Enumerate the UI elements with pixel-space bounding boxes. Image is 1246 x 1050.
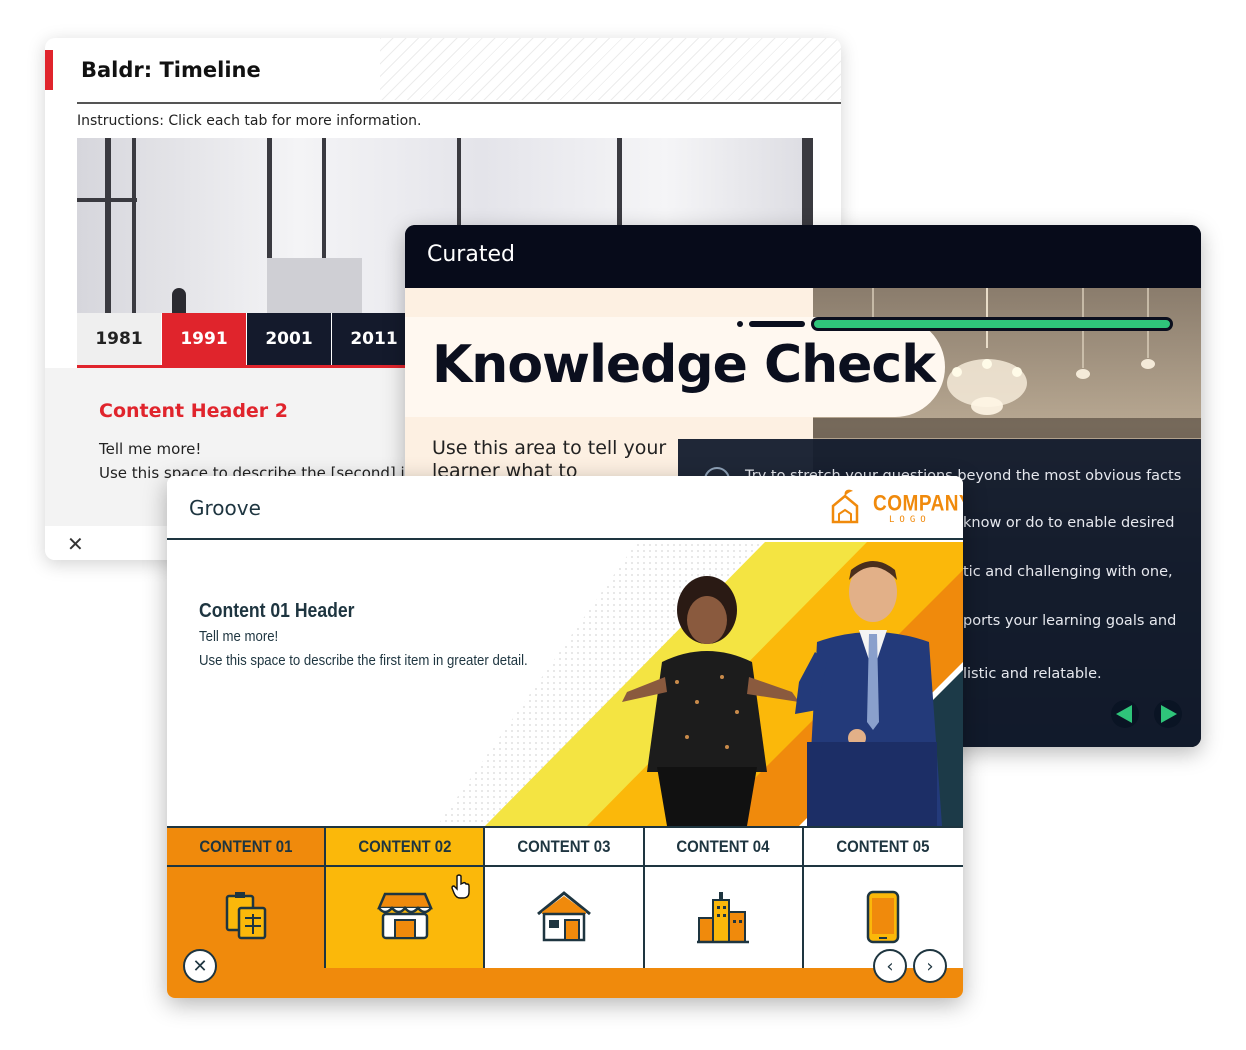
groove-bottom-bar	[167, 968, 963, 998]
tab-content-05[interactable]: CONTENT 05	[803, 828, 963, 968]
chevron-left-icon: ‹	[886, 955, 894, 977]
overlay-line-5: listic and relatable.	[963, 666, 1102, 682]
overlay-line-3: tic and challenging with one,	[963, 564, 1173, 580]
curated-header	[405, 225, 1201, 288]
storefront-icon	[376, 892, 433, 940]
close-icon[interactable]: ✕	[67, 532, 84, 556]
tab-1981[interactable]: 1981	[77, 313, 161, 365]
knowledge-check-heading: Knowledge Check	[432, 335, 936, 395]
instructions-text: Instructions: Click each tab for more in…	[77, 113, 422, 129]
tab-label: CONTENT 03	[517, 836, 611, 856]
tab-content-04[interactable]: CONTENT 04	[644, 828, 804, 968]
prev-button[interactable]	[1111, 700, 1139, 728]
chevron-right-icon: ›	[926, 955, 934, 977]
curated-title: Curated	[427, 242, 515, 267]
tab-2001[interactable]: 2001	[247, 313, 331, 365]
triangle-left-icon	[1116, 705, 1132, 723]
company-logo-subtext: LOGO	[889, 515, 931, 525]
groove-title: Groove	[189, 496, 261, 520]
tab-content-01[interactable]: CONTENT 01	[167, 828, 327, 968]
progress-dot	[737, 321, 743, 327]
overlay-line-4: ports your learning goals and	[963, 613, 1177, 629]
triangle-right-icon	[1161, 705, 1177, 723]
content-text-line1: Tell me more!	[199, 628, 279, 645]
baldr-title: Baldr: Timeline	[81, 58, 261, 82]
tab-label: CONTENT 01	[199, 836, 293, 856]
content-header: Content Header 2	[99, 400, 289, 422]
house-icon	[537, 891, 591, 942]
tab-2011[interactable]: 2011	[332, 313, 416, 365]
groove-card: Groove COMPANY LOGO Content 01 Header Te…	[167, 476, 963, 998]
overlay-line-2: know or do to enable desired	[963, 515, 1175, 531]
prev-button[interactable]: ‹	[873, 949, 907, 983]
close-icon: ✕	[192, 955, 208, 977]
next-button[interactable]	[1154, 700, 1182, 728]
close-button[interactable]: ✕	[183, 949, 217, 983]
curated-body-text: Use this area to tell your learner what …	[432, 437, 667, 477]
diagonal-stripes-graphic	[437, 542, 963, 826]
content-tabs: CONTENT 01 CONTENT 02 CONTENT 03 CONTENT…	[167, 826, 963, 968]
content-header: Content 01 Header	[199, 600, 355, 622]
content-text-line2: Use this space to describe the first ite…	[199, 652, 528, 669]
tab-content-03[interactable]: CONTENT 03	[485, 828, 645, 968]
progress-bar-green	[811, 317, 1173, 331]
next-button[interactable]: ›	[913, 949, 947, 983]
header-hatch-pattern	[380, 38, 841, 100]
company-logo-icon	[831, 489, 859, 524]
tab-label: CONTENT 04	[676, 836, 770, 856]
smartphone-icon	[867, 890, 900, 944]
blueprint-icon	[225, 892, 266, 940]
timeline-tabs: 1981 1991 2001 2011	[77, 313, 417, 368]
header-rule	[77, 102, 841, 104]
tab-1991[interactable]: 1991	[162, 313, 246, 365]
title-accent-bar	[45, 50, 53, 90]
tab-label: CONTENT 05	[836, 836, 930, 856]
content-text-line1: Tell me more!	[99, 440, 202, 458]
tab-label: CONTENT 02	[358, 836, 452, 856]
hand-pointer-icon	[451, 874, 470, 899]
progress-bar-dark	[749, 321, 805, 327]
city-buildings-icon	[697, 892, 750, 944]
company-logo-text: COMPANY	[873, 492, 963, 517]
